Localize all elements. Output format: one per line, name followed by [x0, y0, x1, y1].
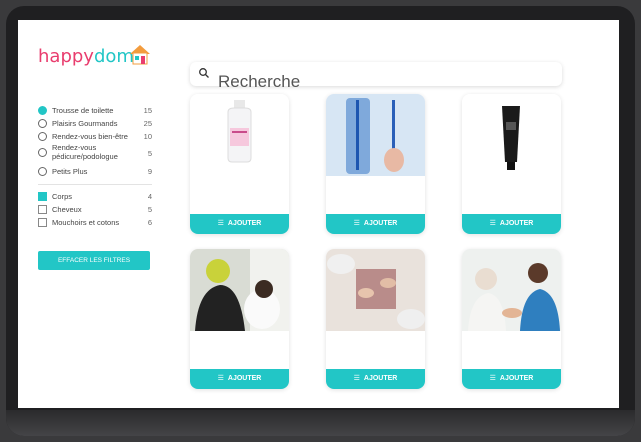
radio[interactable] [38, 132, 47, 141]
product-card[interactable]: ☰ AJOUTER [190, 94, 289, 234]
house-icon [130, 45, 150, 65]
add-button[interactable]: ☰ AJOUTER [190, 214, 289, 234]
filters-panel: Trousse de toilette 15 Plaisirs Gourmands… [38, 104, 152, 229]
product-card[interactable]: ☰ AJOUTER [462, 249, 561, 389]
filter-radio[interactable]: Trousse de toilette 15 [38, 104, 152, 117]
laptop-base [6, 410, 635, 436]
checkbox[interactable] [38, 218, 47, 227]
list-icon: ☰ [353, 220, 360, 227]
search-bar[interactable]: Recherche [190, 62, 562, 91]
product-card[interactable]: ☰ AJOUTER [326, 249, 425, 389]
radio[interactable] [38, 167, 47, 176]
product-image-lotion-bottle [190, 94, 289, 176]
filter-checkbox[interactable]: Corps 4 [38, 190, 152, 203]
add-button[interactable]: ☰ AJOUTER [326, 369, 425, 389]
clear-filters-button[interactable]: EFFACER LES FILTRES [38, 251, 150, 270]
product-image-hairdresser [190, 249, 289, 331]
search-placeholder: Recherche [218, 72, 301, 91]
list-icon: ☰ [489, 220, 496, 227]
product-card[interactable]: ☰ AJOUTER [190, 249, 289, 389]
filter-checkbox[interactable]: Mouchoirs et cotons 6 [38, 216, 152, 229]
product-image-hands-game [326, 249, 425, 331]
checkbox-checked[interactable] [38, 192, 47, 201]
list-icon: ☰ [489, 375, 496, 382]
filter-radio[interactable]: Rendez-vous pédicure/podologue 5 [38, 143, 152, 165]
radio[interactable] [38, 148, 47, 157]
checkbox[interactable] [38, 205, 47, 214]
product-card[interactable]: ☰ AJOUTER [462, 94, 561, 234]
list-icon: ☰ [353, 375, 360, 382]
app-screen: happydom Recherche Trousse de toilette 15… [18, 20, 619, 408]
add-button[interactable]: ☰ AJOUTER [462, 369, 561, 389]
radio-selected[interactable] [38, 106, 47, 115]
filter-checkbox[interactable]: Cheveux 5 [38, 203, 152, 216]
add-button[interactable]: ☰ AJOUTER [190, 369, 289, 389]
product-image-toothbrushes [326, 94, 425, 176]
filter-radio[interactable]: Plaisirs Gourmands 25 [38, 117, 152, 130]
product-image-caregiver-elderly [462, 249, 561, 331]
add-button[interactable]: ☰ AJOUTER [462, 214, 561, 234]
filter-radio[interactable]: Rendez-vous bien-être 10 [38, 130, 152, 143]
product-image-black-tube [462, 94, 561, 176]
filter-radio[interactable]: Petits Plus 9 [38, 165, 152, 178]
app-logo[interactable]: happydom [38, 46, 134, 67]
radio[interactable] [38, 119, 47, 128]
product-card[interactable]: ☰ AJOUTER [326, 94, 425, 234]
list-icon: ☰ [217, 220, 224, 227]
divider [38, 184, 152, 185]
add-button[interactable]: ☰ AJOUTER [326, 214, 425, 234]
list-icon: ☰ [217, 375, 224, 382]
laptop-frame: happydom Recherche Trousse de toilette 15… [6, 6, 635, 436]
search-icon [199, 68, 209, 78]
